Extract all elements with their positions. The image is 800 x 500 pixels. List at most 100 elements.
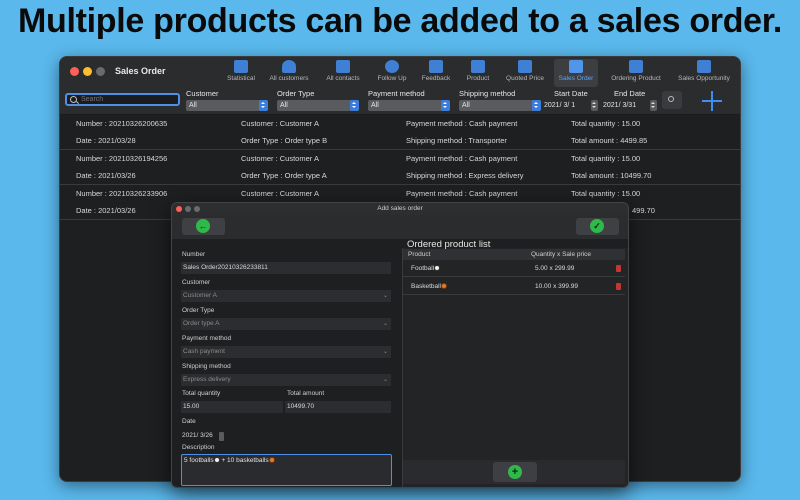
select-arrows-icon — [532, 100, 541, 111]
payment-filter-label: Payment method — [368, 89, 425, 98]
number-label: Number — [182, 251, 206, 258]
product-row[interactable]: Basketball 10.00 x 399.99 — [403, 279, 625, 295]
shipping-method-select[interactable]: Express delivery ⌄ — [181, 374, 391, 386]
toolbar-feedback[interactable]: Feedback — [419, 59, 453, 87]
order-form: Number Sales Order20210326233811 Custome… — [172, 239, 398, 487]
product-qty-price: 10.00 x 399.99 — [535, 283, 579, 290]
dialog-toolbar: ← ✓ — [172, 215, 628, 239]
description-textarea[interactable]: 5 footballs + 10 basketballs — [181, 454, 392, 486]
customer-filter-select[interactable]: All — [186, 100, 268, 111]
apply-filter-button[interactable] — [662, 91, 682, 109]
chart-icon — [234, 60, 248, 73]
product-name: Football — [411, 265, 435, 272]
toolbar-label: All customers — [269, 75, 309, 82]
product-name: Basketball — [411, 283, 441, 290]
description-text-part1: 5 footballs — [184, 457, 214, 464]
add-product-button[interactable]: + — [493, 462, 537, 482]
start-date-stepper[interactable] — [591, 100, 598, 111]
total-quantity-label: Total quantity — [182, 390, 221, 397]
minimize-window-button[interactable] — [83, 67, 92, 76]
date-label: Date — [182, 418, 196, 425]
order-type-filter-select[interactable]: All — [277, 100, 359, 111]
toolbar-statistical[interactable]: Statistical — [223, 59, 259, 87]
checkmark-icon: ✓ — [590, 219, 604, 233]
confirm-button[interactable]: ✓ — [576, 218, 619, 235]
headline: Multiple products can be added to a sale… — [18, 2, 782, 40]
order-row[interactable]: Number : 20210326194256 Customer : Custo… — [60, 150, 740, 185]
add-order-button[interactable] — [701, 90, 723, 112]
search-field[interactable] — [65, 93, 180, 106]
toolbar-label: Follow Up — [377, 75, 407, 82]
order-date: Date : 2021/03/28 — [76, 136, 136, 145]
customers-icon — [282, 60, 296, 73]
toolbar-all-contacts[interactable]: All contacts — [323, 59, 363, 87]
back-button[interactable]: ← — [182, 218, 225, 235]
toolbar-label: Ordering Product — [611, 75, 661, 82]
customer-filter-value: All — [189, 102, 197, 109]
order-quantity: Total quantity : 15.00 — [571, 189, 641, 198]
date-stepper[interactable] — [219, 432, 224, 441]
qty-price-column-header: Quantity x Sale price — [531, 251, 591, 258]
order-shipping: Shipping method : Transporter — [406, 136, 507, 145]
chevron-down-icon: ⌄ — [382, 349, 388, 355]
select-arrows-icon — [441, 100, 450, 111]
follow-up-icon — [385, 60, 399, 73]
sales-order-icon — [569, 60, 583, 73]
customer-label: Customer — [182, 279, 211, 286]
order-payment: Payment method : Cash payment — [406, 119, 518, 128]
order-payment: Payment method : Cash payment — [406, 189, 518, 198]
end-date-stepper[interactable] — [650, 100, 657, 111]
order-payment: Payment method : Cash payment — [406, 154, 518, 163]
order-customer: Customer : Customer A — [241, 154, 319, 163]
toolbar-ordering-product[interactable]: Ordering Product — [608, 59, 664, 87]
basketball-emoji-icon — [268, 457, 275, 464]
payment-method-select[interactable]: Cash payment ⌄ — [181, 346, 391, 358]
toolbar-label: Statistical — [227, 75, 255, 82]
order-number: Number : 20210326200635 — [76, 119, 168, 128]
total-quantity-field[interactable]: 15.00 — [181, 401, 283, 413]
toolbar-quoted-price[interactable]: Quoted Price — [503, 59, 547, 87]
order-type-filter-label: Order Type — [277, 89, 315, 98]
start-date-value[interactable]: 2021/ 3/ 1 — [544, 100, 575, 111]
trash-icon[interactable] — [616, 265, 621, 272]
order-row[interactable]: Number : 20210326200635 Customer : Custo… — [60, 115, 740, 150]
toolbar-all-customers[interactable]: All customers — [267, 59, 311, 87]
order-amount: Total amount : 4499.85 — [571, 136, 648, 145]
product-row[interactable]: Football 5.00 x 299.99 — [403, 261, 625, 277]
product-icon — [471, 60, 485, 73]
order-type: Order Type : Order type B — [241, 136, 328, 145]
dialog-title-bar: Add sales order — [172, 203, 628, 215]
shipping-filter-select[interactable]: All — [459, 100, 541, 111]
order-type-select[interactable]: Order type A ⌄ — [181, 318, 391, 330]
close-window-button[interactable] — [70, 67, 79, 76]
date-field[interactable]: 2021/ 3/26 — [182, 432, 213, 439]
shipping-filter-value: All — [462, 102, 470, 109]
customer-select-value: Customer A — [183, 292, 217, 299]
search-input[interactable] — [81, 95, 177, 104]
description-label: Description — [182, 444, 215, 451]
toolbar-sales-order[interactable]: Sales Order — [554, 59, 598, 87]
toolbar-follow-up[interactable]: Follow Up — [375, 59, 409, 87]
trash-icon[interactable] — [616, 283, 621, 290]
product-column-header: Product — [408, 251, 431, 258]
toolbar-product[interactable]: Product — [463, 59, 493, 87]
shipping-method-label: Shipping method — [182, 363, 231, 370]
number-field[interactable]: Sales Order20210326233811 — [181, 262, 391, 274]
payment-method-label: Payment method — [182, 335, 232, 342]
payment-filter-select[interactable]: All — [368, 100, 450, 111]
total-amount-field[interactable]: 10499.70 — [285, 401, 391, 413]
shipping-method-select-value: Express delivery — [183, 376, 231, 383]
payment-method-select-value: Cash payment — [183, 348, 225, 355]
customer-select[interactable]: Customer A ⌄ — [181, 290, 391, 302]
toolbar-label: Sales Order — [558, 75, 594, 82]
chevron-down-icon: ⌄ — [382, 321, 388, 327]
toolbar-sales-opportunity[interactable]: Sales Opportunity — [674, 59, 734, 87]
order-date: Date : 2021/03/26 — [76, 206, 136, 215]
end-date-value[interactable]: 2021/ 3/31 — [603, 100, 636, 111]
order-customer: Customer : Customer A — [241, 119, 319, 128]
title-bar: Sales Order Statistical All customers Al… — [60, 57, 740, 87]
zoom-window-button[interactable] — [96, 67, 105, 76]
product-qty-price: 5.00 x 299.99 — [535, 265, 575, 272]
order-number: Number : 20210326233906 — [76, 189, 168, 198]
order-customer: Customer : Customer A — [241, 189, 319, 198]
